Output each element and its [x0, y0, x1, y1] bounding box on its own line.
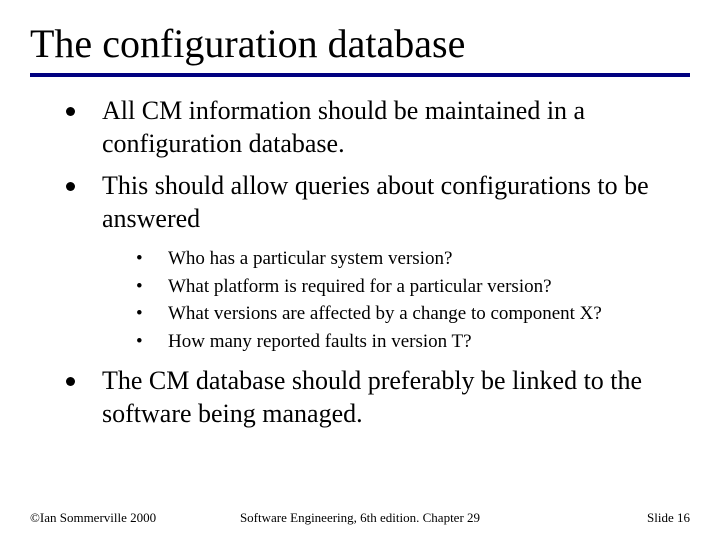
slide: The configuration database All CM inform…	[0, 0, 720, 540]
bullet-item: All CM information should be maintained …	[60, 95, 680, 160]
title-underline	[30, 73, 690, 77]
footer-copyright: ©Ian Sommerville 2000	[30, 510, 156, 526]
footer-slide-number: Slide 16	[647, 510, 690, 526]
sub-bullet-item: What platform is required for a particul…	[128, 273, 690, 301]
sub-bullet-item: What versions are affected by a change t…	[128, 300, 690, 328]
sub-bullet-list: Who has a particular system version? Wha…	[30, 245, 690, 355]
bullet-item: The CM database should preferably be lin…	[60, 365, 680, 430]
slide-title: The configuration database	[30, 20, 690, 67]
bullet-item: This should allow queries about configur…	[60, 170, 680, 235]
footer: ©Ian Sommerville 2000 Software Engineeri…	[0, 510, 720, 526]
bullet-list: The CM database should preferably be lin…	[30, 365, 690, 430]
sub-bullet-item: How many reported faults in version T?	[128, 328, 690, 356]
sub-bullet-item: Who has a particular system version?	[128, 245, 690, 273]
bullet-list: All CM information should be maintained …	[30, 95, 690, 235]
